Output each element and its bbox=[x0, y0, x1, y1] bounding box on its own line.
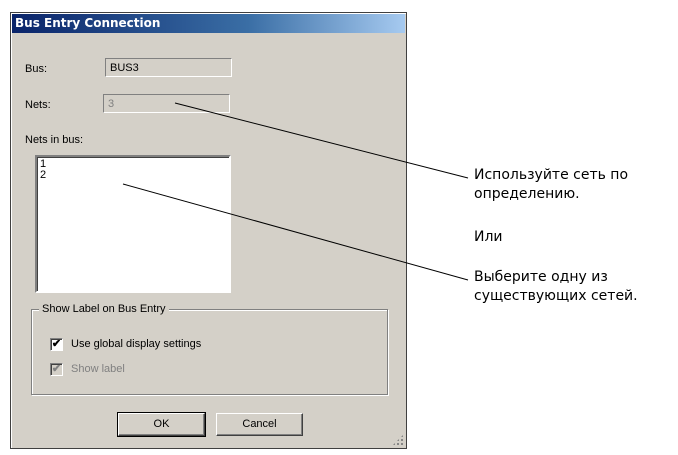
annotation-line: Используйте сеть по bbox=[474, 167, 629, 183]
callout-line-listbox bbox=[122, 183, 469, 281]
annotation-line: определению. bbox=[474, 186, 580, 202]
annotation-callout-lines bbox=[122, 102, 469, 281]
annotation-use-default-net: Используйте сеть по определению. bbox=[474, 166, 628, 204]
annotation-line: Выберите одну из bbox=[474, 269, 608, 285]
annotation-or: Или bbox=[474, 229, 503, 245]
annotation-choose-existing-net: Выберите одну из существующих сетей. bbox=[474, 268, 638, 306]
callout-line-nets bbox=[174, 102, 469, 179]
annotation-line: существующих сетей. bbox=[474, 288, 638, 304]
